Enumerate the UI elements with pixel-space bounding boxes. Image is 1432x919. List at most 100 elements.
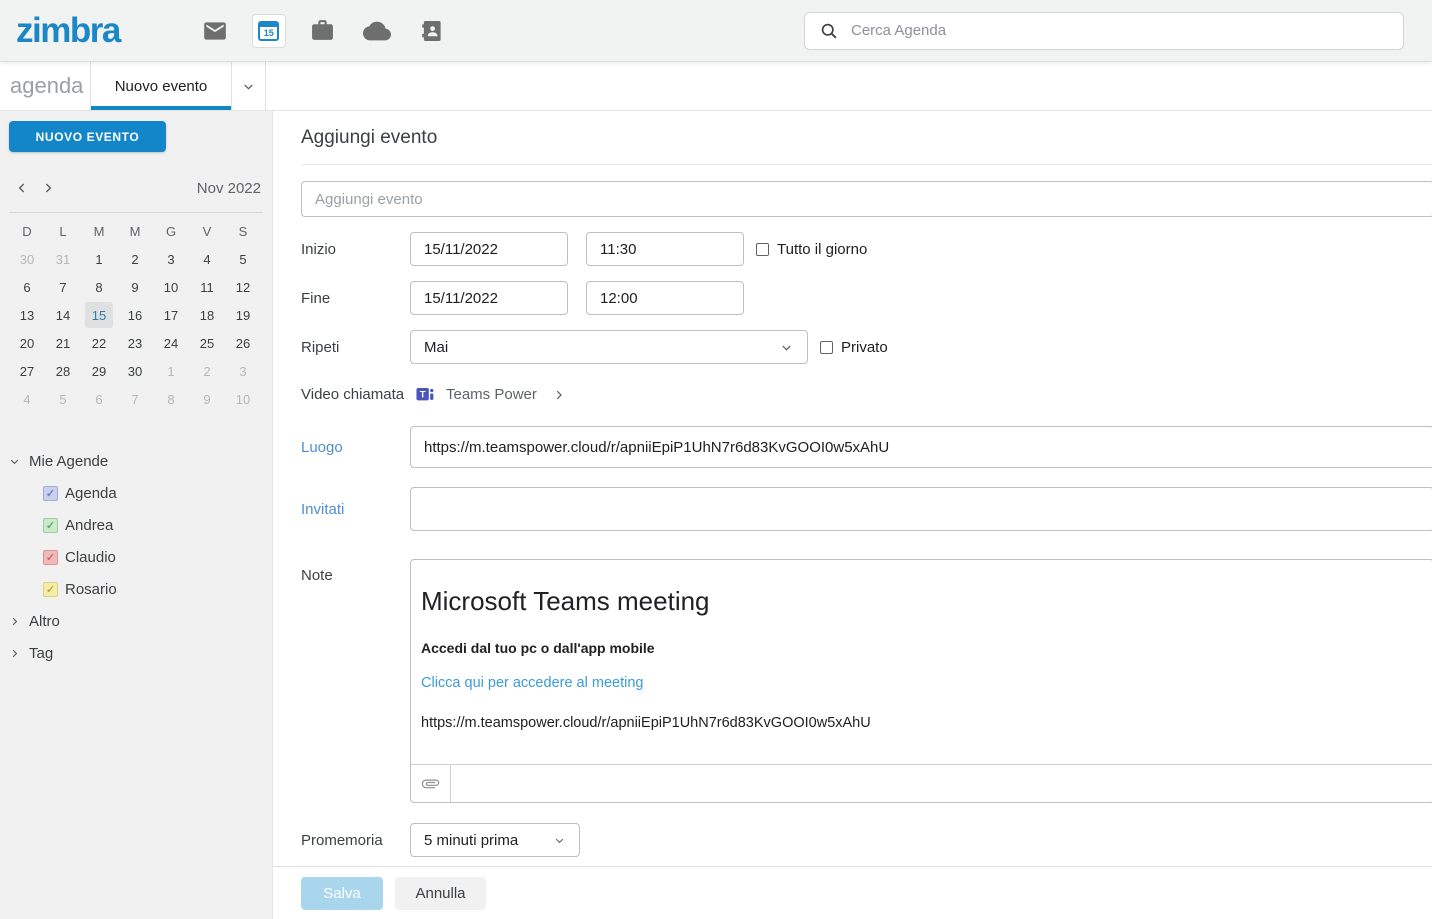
private-checkbox[interactable]	[820, 341, 833, 354]
tab-menu-button[interactable]	[232, 62, 266, 110]
mini-calendar-day[interactable]: 2	[189, 357, 225, 385]
mini-calendar-day[interactable]: 30	[9, 245, 45, 273]
all-day-checkbox[interactable]	[756, 243, 769, 256]
form-header: Aggiungi evento	[301, 111, 1432, 165]
agenda-color-checkbox[interactable]: ✓	[43, 518, 58, 533]
mini-calendar-day[interactable]: 18	[189, 301, 225, 329]
mini-calendar-day[interactable]: 11	[189, 273, 225, 301]
mini-calendar-day[interactable]: 5	[45, 385, 81, 413]
mini-calendar-day[interactable]: 21	[45, 329, 81, 357]
meeting-link[interactable]: Clicca qui per accedere al meeting	[421, 675, 1423, 691]
private-label: Privato	[841, 339, 888, 356]
private-checkbox-group[interactable]: Privato	[820, 339, 888, 356]
mini-calendar-day[interactable]: 14	[45, 301, 81, 329]
attendees-input[interactable]	[410, 487, 1432, 531]
paperclip-icon	[421, 774, 440, 793]
mini-calendar-day[interactable]: 4	[9, 385, 45, 413]
save-button[interactable]: Salva	[301, 877, 383, 910]
note-content[interactable]: Microsoft Teams meeting Accedi dal tuo p…	[411, 560, 1432, 764]
sidebar-item-altro[interactable]: Altro	[0, 605, 272, 637]
tab-nuovo-evento[interactable]: Nuovo evento	[91, 62, 232, 110]
mini-calendar-day[interactable]: 26	[225, 329, 261, 357]
calendar-tree: Mie Agende ✓Agenda✓Andrea✓Claudio✓Rosari…	[0, 445, 272, 669]
mini-calendar-divider	[9, 212, 263, 213]
video-provider-label: Teams Power	[446, 386, 537, 403]
mini-calendar-day[interactable]: 3	[225, 357, 261, 385]
mini-calendar-day[interactable]: 7	[45, 273, 81, 301]
mini-calendar-day[interactable]: 3	[153, 245, 189, 273]
mini-calendar-day[interactable]: 1	[153, 357, 189, 385]
cancel-button[interactable]: Annulla	[395, 877, 486, 910]
briefcase-icon[interactable]	[306, 14, 340, 48]
repeat-select[interactable]: Mai	[410, 330, 808, 364]
mini-calendar-day[interactable]: 8	[81, 273, 117, 301]
location-input[interactable]	[410, 426, 1432, 468]
end-date-input[interactable]	[410, 281, 568, 315]
event-form: Aggiungi evento Inizio Tutto il giorno F…	[273, 111, 1432, 866]
reminder-select[interactable]: 5 minuti prima	[410, 823, 580, 857]
cloud-icon[interactable]	[360, 14, 394, 48]
all-day-checkbox-group[interactable]: Tutto il giorno	[756, 241, 867, 258]
chevron-down-icon	[241, 79, 256, 94]
agenda-color-checkbox[interactable]: ✓	[43, 582, 58, 597]
note-editor[interactable]: Microsoft Teams meeting Accedi dal tuo p…	[410, 559, 1432, 803]
sidebar-item-tag[interactable]: Tag	[0, 637, 272, 669]
attachment-bar	[411, 764, 1432, 802]
agenda-color-checkbox[interactable]: ✓	[43, 486, 58, 501]
mini-calendar-day[interactable]: 25	[189, 329, 225, 357]
video-provider-open-button[interactable]	[552, 388, 566, 402]
mini-calendar-day[interactable]: 29	[81, 357, 117, 385]
new-event-button[interactable]: NUOVO EVENTO	[9, 121, 166, 152]
mini-calendar-day[interactable]: 12	[225, 273, 261, 301]
mini-calendar-day[interactable]: 5	[225, 245, 261, 273]
invitati-label: Invitati	[301, 501, 410, 518]
agenda-item-andrea[interactable]: ✓Andrea	[0, 509, 272, 541]
mini-calendar-day[interactable]: 9	[189, 385, 225, 413]
agenda-item-label: Rosario	[65, 581, 117, 598]
event-title-input[interactable]	[301, 181, 1432, 217]
mini-calendar-day[interactable]: 8	[153, 385, 189, 413]
row-ripeti: Ripeti Mai Privato	[301, 330, 1432, 364]
mini-calendar-day[interactable]: 22	[81, 329, 117, 357]
agenda-item-rosario[interactable]: ✓ Rosario	[0, 573, 272, 605]
search-input[interactable]	[851, 22, 1389, 39]
mini-calendar-day[interactable]: 23	[117, 329, 153, 357]
attach-file-button[interactable]	[411, 765, 451, 802]
mini-calendar-day[interactable]: 15	[81, 301, 117, 329]
chevron-down-icon	[8, 455, 21, 468]
mini-calendar-day[interactable]: 27	[9, 357, 45, 385]
mail-icon[interactable]	[198, 14, 232, 48]
mini-calendar-day[interactable]: 10	[153, 273, 189, 301]
calendar-icon[interactable]: 15	[252, 14, 286, 48]
mini-calendar-day[interactable]: 2	[117, 245, 153, 273]
mini-calendar-day[interactable]: 10	[225, 385, 261, 413]
my-agendas-toggle[interactable]: Mie Agende	[0, 445, 272, 477]
end-time-input[interactable]	[586, 281, 744, 315]
mini-calendar-day[interactable]: 7	[117, 385, 153, 413]
zimbra-logo: zimbra	[10, 11, 120, 51]
contacts-icon[interactable]	[414, 14, 448, 48]
mini-calendar-day[interactable]: 13	[9, 301, 45, 329]
mini-calendar-day[interactable]: 30	[117, 357, 153, 385]
mini-calendar-day[interactable]: 4	[189, 245, 225, 273]
mini-calendar-day[interactable]: 24	[153, 329, 189, 357]
mini-calendar-day[interactable]: 20	[9, 329, 45, 357]
mini-calendar-day[interactable]: 28	[45, 357, 81, 385]
agenda-item-agenda[interactable]: ✓Agenda	[0, 477, 272, 509]
prev-month-button[interactable]	[9, 175, 35, 201]
mini-calendar-day[interactable]: 1	[81, 245, 117, 273]
start-time-input[interactable]	[586, 232, 744, 266]
agenda-item-claudio[interactable]: ✓Claudio	[0, 541, 272, 573]
agenda-color-checkbox[interactable]: ✓	[43, 550, 58, 565]
mini-calendar-day[interactable]: 6	[81, 385, 117, 413]
next-month-button[interactable]	[35, 175, 61, 201]
active-tab-underline	[91, 106, 231, 110]
mini-calendar-day[interactable]: 19	[225, 301, 261, 329]
start-date-input[interactable]	[410, 232, 568, 266]
mini-calendar-day[interactable]: 9	[117, 273, 153, 301]
mini-calendar-day[interactable]: 6	[9, 273, 45, 301]
mini-calendar-day[interactable]: 31	[45, 245, 81, 273]
mini-calendar-day[interactable]: 17	[153, 301, 189, 329]
mini-calendar: Nov 2022 DLMMGVS 30311234567891011121314…	[9, 174, 263, 413]
mini-calendar-day[interactable]: 16	[117, 301, 153, 329]
